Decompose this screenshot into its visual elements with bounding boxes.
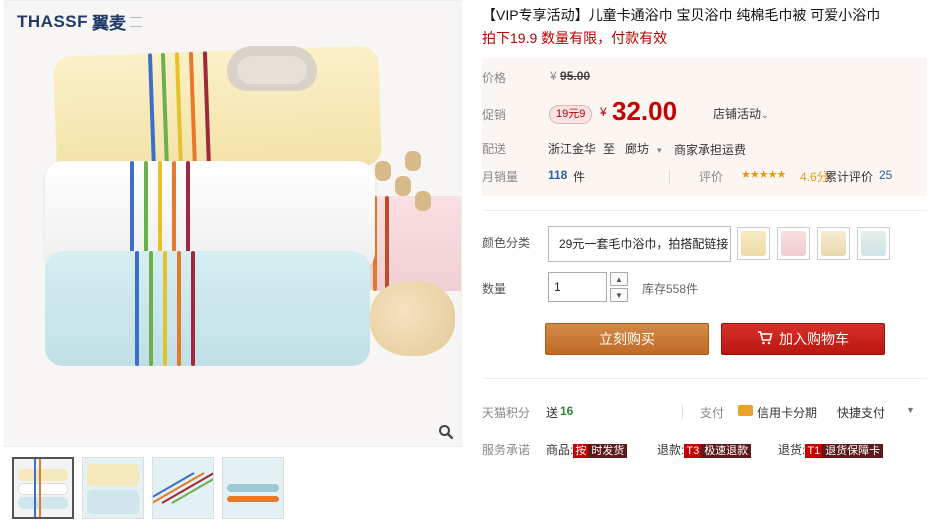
cart-icon	[757, 330, 773, 348]
service-tag-icon: 按	[573, 444, 589, 458]
divider-line	[482, 378, 927, 379]
caret-down-icon: ▼	[655, 146, 664, 155]
soap-stone-top	[237, 56, 307, 84]
credit-installment: 信用卡分期	[757, 406, 818, 420]
color-swatch-pink[interactable]	[777, 227, 810, 260]
price-label: 价格	[482, 71, 507, 85]
thumbnail-2[interactable]	[82, 457, 144, 519]
buy-now-button[interactable]: 立刻购买	[545, 323, 709, 355]
product-subtitle: 拍下19.9 数量有限，付款有效	[482, 30, 668, 46]
original-price: ¥ 95.00	[550, 69, 591, 83]
points-amount: 16	[560, 404, 574, 418]
ship-to-dropdown[interactable]: 廊坊 ▼	[625, 140, 663, 157]
towel-pink	[363, 196, 461, 291]
brand-logo-text: THASSF	[17, 11, 88, 31]
review-count-link[interactable]: 25	[879, 168, 892, 182]
service-label: 服务承诺	[482, 443, 531, 457]
shipping-label: 配送	[482, 142, 507, 156]
quantity-label: 数量	[482, 282, 507, 296]
quantity-decrease-button[interactable]: ▼	[610, 288, 628, 302]
divider	[669, 170, 670, 184]
promo-tag: 19元9	[549, 105, 593, 124]
wood-bead	[415, 191, 431, 211]
divider	[682, 405, 683, 419]
thumbnail-4[interactable]	[222, 457, 284, 519]
thumbnail-1[interactable]	[12, 457, 74, 519]
points-label: 天猫积分	[482, 406, 531, 420]
quick-pay: 快捷支付	[837, 406, 886, 420]
wood-bead	[405, 151, 421, 171]
buy-now-label: 立刻购买	[599, 331, 655, 347]
color-swatch-yellow[interactable]	[737, 227, 770, 260]
service-item: 退款: T3 极速退款	[657, 441, 752, 458]
store-activity-label: 店铺活动	[713, 107, 762, 121]
review-total-label: 累计评价	[825, 170, 874, 184]
promo-label: 促销	[482, 108, 507, 122]
wood-bead	[395, 176, 411, 196]
review-label: 评价	[699, 170, 724, 184]
service-tag-label: 极速退款	[701, 444, 752, 458]
ship-to-word: 至	[603, 142, 616, 156]
color-swatch-beige[interactable]	[817, 227, 850, 260]
original-price-value: 95.00	[560, 69, 591, 83]
rating-stars-icon: ★★★★★	[741, 169, 786, 181]
brand-mark	[130, 16, 142, 27]
credit-card-icon	[738, 405, 753, 416]
sku-option-selected[interactable]: 29元一套毛巾浴巾，拍搭配链接	[548, 226, 731, 262]
brand-logo-cn: 翼麦	[92, 14, 126, 33]
service-tag-icon: T3	[684, 444, 702, 458]
service-item: 退货: T1 退货保障卡	[778, 441, 884, 458]
towel-blue	[45, 251, 370, 366]
store-activity-dropdown[interactable]: 店铺活动⌄	[713, 105, 769, 122]
sku-label: 颜色分类	[482, 236, 531, 250]
thumbnail-strip	[12, 457, 284, 519]
sku-color-row: 颜色分类 29元一套毛巾浴巾，拍搭配链接	[482, 226, 927, 264]
service-tag-label: 退货保障卡	[822, 444, 884, 458]
color-swatch-blue[interactable]	[857, 227, 890, 260]
sales-label: 月销量	[482, 170, 519, 184]
quantity-row: 数量 ▲ ▼ 库存558件	[482, 270, 927, 304]
sales-count: 118	[548, 168, 568, 182]
brand-logo: THASSF 翼麦	[17, 9, 142, 34]
add-to-cart-button[interactable]: 加入购物车	[721, 323, 885, 355]
thumbnail-3[interactable]	[152, 457, 214, 519]
divider-line	[482, 210, 927, 211]
shipping-note: 商家承担运费	[674, 143, 747, 157]
points-give: 送	[546, 406, 559, 420]
service-item: 商品: 按时发货	[546, 441, 628, 458]
pay-label: 支付	[700, 406, 725, 420]
chevron-down-icon: ▼	[615, 290, 623, 300]
wood-bead	[375, 161, 391, 181]
service-tag-label: 时发货	[588, 444, 628, 458]
ship-from: 浙江金华	[548, 142, 597, 156]
product-main-image[interactable]: THASSF 翼麦	[4, 0, 462, 447]
chevron-up-icon: ▲	[615, 274, 623, 284]
add-to-cart-label: 加入购物车	[779, 331, 849, 347]
product-title: 【VIP专享活动】儿童卡通浴巾 宝贝浴巾 纯棉毛巾被 可爱小浴巾	[482, 7, 881, 23]
quantity-input[interactable]	[548, 272, 607, 302]
zoom-icon[interactable]	[437, 423, 455, 441]
chevron-down-icon: ⌄	[761, 110, 769, 120]
promo-currency: ¥	[600, 105, 607, 119]
loofah-sponge	[370, 281, 455, 356]
stock-count: 库存558件	[642, 282, 699, 296]
caret-down-icon[interactable]: ▼	[906, 405, 915, 415]
towel-yellow	[53, 45, 382, 177]
quantity-increase-button[interactable]: ▲	[610, 272, 628, 286]
ship-to-city: 廊坊	[625, 142, 650, 156]
promo-price: 32.00	[612, 96, 678, 126]
sales-unit: 件	[573, 170, 586, 184]
service-tag-icon: T1	[805, 444, 823, 458]
